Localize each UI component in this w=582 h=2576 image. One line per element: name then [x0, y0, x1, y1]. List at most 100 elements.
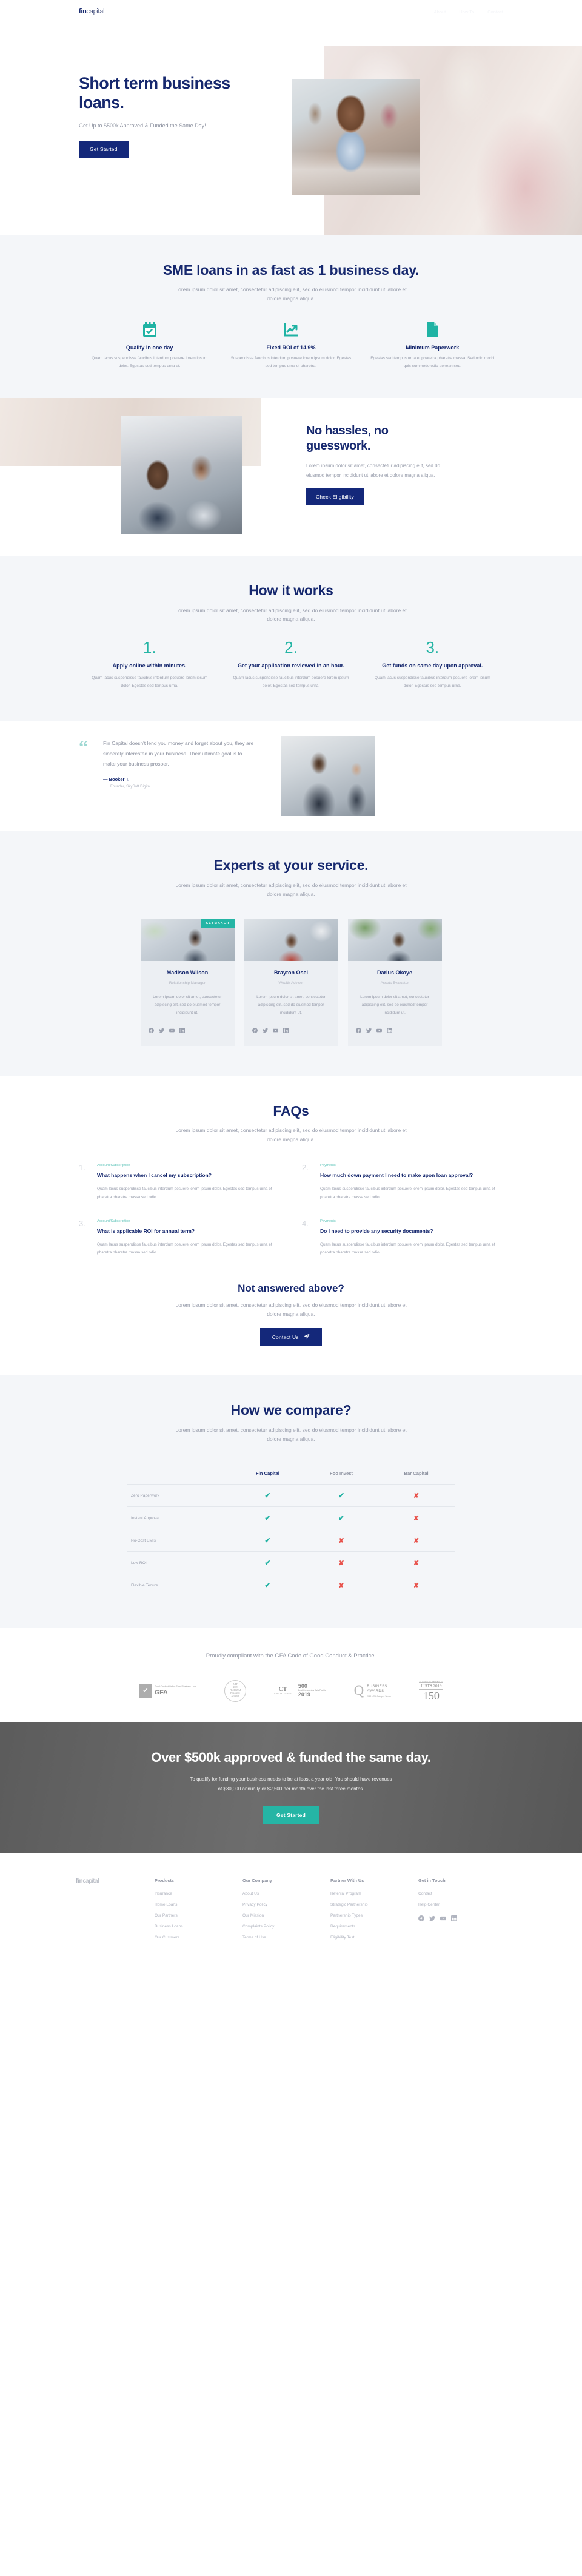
faq-item-1[interactable]: 1. Account/Subscription What happens whe… — [79, 1163, 280, 1201]
cross-icon: ✘ — [338, 1582, 344, 1590]
nav-item-how-to[interactable]: How To — [459, 9, 474, 15]
faq-item-2[interactable]: 2. Payments How much down payment I need… — [302, 1163, 503, 1201]
brand-logo[interactable]: fincapital — [79, 8, 105, 15]
footer-link-terms-of-use[interactable]: Terms of Use — [242, 1935, 330, 1940]
facebook-icon[interactable] — [148, 1025, 154, 1036]
footer-link-partnership-types[interactable]: Partnership Types — [330, 1913, 418, 1918]
business-awards-line-2: AWARDS — [367, 1689, 384, 1693]
youtube-icon[interactable] — [169, 1025, 175, 1036]
twitter-icon[interactable] — [366, 1025, 372, 1036]
twitter-icon[interactable] — [429, 1913, 435, 1924]
hero-get-started-button[interactable]: Get Started — [79, 141, 129, 158]
gfa-check-glyph: ✔ — [142, 1687, 149, 1695]
footer-heading: Products — [155, 1878, 175, 1884]
faq-category: Payments — [320, 1164, 336, 1168]
footer-link-insurance[interactable]: Insurance — [155, 1892, 242, 1896]
hero-section: Short term business loans. Get Up to $50… — [0, 23, 582, 235]
business-awards-line-1: BUSINESS — [367, 1684, 387, 1688]
footer-link-referral-program[interactable]: Referral Program — [330, 1892, 418, 1896]
footer-link-our-partners[interactable]: Our Partners — [155, 1913, 242, 1918]
capital-review-lists-150-logo: — CAPITAL REVIEW — LISTS 2019 150 — [419, 1680, 444, 1702]
expert-role: Wealth Adviser — [278, 980, 304, 985]
bottom-cta-body: To qualify for funding your business nee… — [190, 1776, 392, 1792]
experts-cards: KEYMAKER Madison Wilson Relationship Man… — [79, 918, 503, 1046]
hero-subtitle: Get Up to $500k Approved & Funded the Sa… — [79, 122, 206, 129]
cell-foo-invest: ✘ — [305, 1529, 378, 1552]
gfa-check-icon: ✔ — [138, 1684, 152, 1698]
footer-link-complaints-policy[interactable]: Complaints Policy — [242, 1924, 330, 1929]
feature-body: Quam lacus suspendisse faucibus interdum… — [92, 356, 208, 368]
faq-item-4[interactable]: 4. Payments Do I need to provide any sec… — [302, 1219, 503, 1257]
bottom-cta-section: Over $500k approved & funded the same da… — [0, 1722, 582, 1854]
testimonial-author: — Booker T. — [103, 777, 130, 783]
check-eligibility-button[interactable]: Check Eligibility — [306, 488, 364, 506]
linkedin-icon[interactable] — [386, 1025, 392, 1036]
bottom-get-started-button[interactable]: Get Started — [263, 1806, 319, 1825]
expert-card-darius-okoye[interactable]: Darius Okoye Assets Evaluator Lorem ipsu… — [347, 918, 442, 1046]
how-it-works-title: How it works — [249, 582, 333, 599]
twitter-icon[interactable] — [262, 1025, 268, 1036]
cross-icon: ✘ — [338, 1559, 344, 1567]
youtube-icon[interactable] — [376, 1025, 382, 1036]
footer-link-privacy-policy[interactable]: Privacy Policy — [242, 1903, 330, 1907]
sme-container: SME loans in as fast as 1 business day. … — [79, 261, 503, 370]
bottom-cta-inner: Over $500k approved & funded the same da… — [0, 1749, 582, 1825]
footer-link-our-customers[interactable]: Our Custmers — [155, 1935, 242, 1940]
experts-section: Experts at your service. Lorem ipsum dol… — [0, 831, 582, 1076]
brand-logo-light: capital — [86, 8, 105, 15]
twitter-icon[interactable] — [158, 1025, 164, 1036]
check-icon: ✔ — [264, 1514, 271, 1523]
facebook-icon[interactable] — [355, 1025, 361, 1036]
gfa-label: GFA — [154, 1688, 168, 1696]
linkedin-icon[interactable] — [283, 1025, 289, 1036]
comparison-table: Fin Capital Foo Invest Bar Capital Zero … — [127, 1464, 455, 1596]
brand-logo-bold: fin — [79, 8, 87, 15]
faq-category: Account/Subscription — [97, 1164, 130, 1168]
footer-link-about-us[interactable]: About Us — [242, 1892, 330, 1896]
expert-name: Darius Okoye — [376, 969, 413, 976]
footer-brand-logo[interactable]: fincapital — [76, 1878, 155, 1946]
check-icon: ✔ — [264, 1491, 271, 1500]
footer-link-requirements[interactable]: Requirements — [330, 1924, 418, 1929]
faq-category: Payments — [320, 1219, 336, 1223]
no-hassles-title: No hassles, no guesswork. — [306, 424, 389, 453]
row-feature: No-Cost EMIs — [131, 1538, 156, 1543]
faq-header: FAQs Lorem ipsum dolor sit amet, consect… — [79, 1102, 503, 1144]
youtube-icon[interactable] — [272, 1025, 278, 1036]
facebook-icon[interactable] — [418, 1913, 424, 1924]
cell-fin-capital: ✔ — [230, 1485, 305, 1507]
comparison-table-head: Fin Capital Foo Invest Bar Capital — [127, 1464, 455, 1485]
cell-foo-invest: ✔ — [305, 1507, 378, 1529]
gfa-text: Good Conduct Online Small Business Loan … — [155, 1685, 196, 1696]
facebook-icon[interactable] — [252, 1025, 258, 1036]
nav-item-about[interactable]: About — [434, 9, 446, 15]
cell-foo-invest: ✘ — [305, 1574, 378, 1597]
calendar-check-icon — [87, 322, 212, 337]
cell-fin-capital: ✔ — [230, 1552, 305, 1574]
youtube-icon[interactable] — [440, 1913, 446, 1924]
cross-icon: ✘ — [413, 1582, 420, 1590]
expert-card-body: Darius Okoye Assets Evaluator Lorem ipsu… — [348, 961, 442, 1046]
cell-fin-capital: ✔ — [230, 1574, 305, 1597]
footer-link-help-center[interactable]: Help Center — [418, 1903, 506, 1907]
business-awards-logo: Q BUSINESS AWARDS 2019 NSW Category Winn… — [354, 1684, 392, 1698]
compliance-logos: ✔ Good Conduct Online Small Business Loa… — [0, 1680, 582, 1702]
linkedin-icon[interactable] — [179, 1025, 185, 1036]
faq-item-3[interactable]: 3. Account/Subscription What is applicab… — [79, 1219, 280, 1257]
footer-link-business-loans[interactable]: Business Loans — [155, 1924, 242, 1929]
footer-link-home-loans[interactable]: Home Loans — [155, 1903, 242, 1907]
footer-link-eligibility-test[interactable]: Eligibility Test — [330, 1935, 418, 1940]
sme-feature-row: Qualify in one day Quam lacus suspendiss… — [79, 322, 503, 370]
nav-item-contact[interactable]: Contact — [487, 9, 503, 15]
contact-us-button[interactable]: Contact Us — [259, 1328, 323, 1347]
linkedin-icon[interactable] — [451, 1913, 457, 1924]
footer-heading: Our Company — [242, 1878, 272, 1884]
footer-link-contact[interactable]: Contact — [418, 1892, 506, 1896]
footer-link-our-mission[interactable]: Our Mission — [242, 1913, 330, 1918]
expert-card-madison-wilson[interactable]: KEYMAKER Madison Wilson Relationship Man… — [140, 918, 235, 1046]
footer-link-strategic-partnership[interactable]: Strategic Partnership — [330, 1903, 418, 1907]
faq-number: 4. — [302, 1218, 309, 1228]
column-fin-capital: Fin Capital — [256, 1471, 279, 1477]
expert-card-brayton-osei[interactable]: Brayton Osei Wealth Adviser Lorem ipsum … — [244, 918, 338, 1046]
compare-section: How we compare? Lorem ipsum dolor sit am… — [0, 1375, 582, 1628]
